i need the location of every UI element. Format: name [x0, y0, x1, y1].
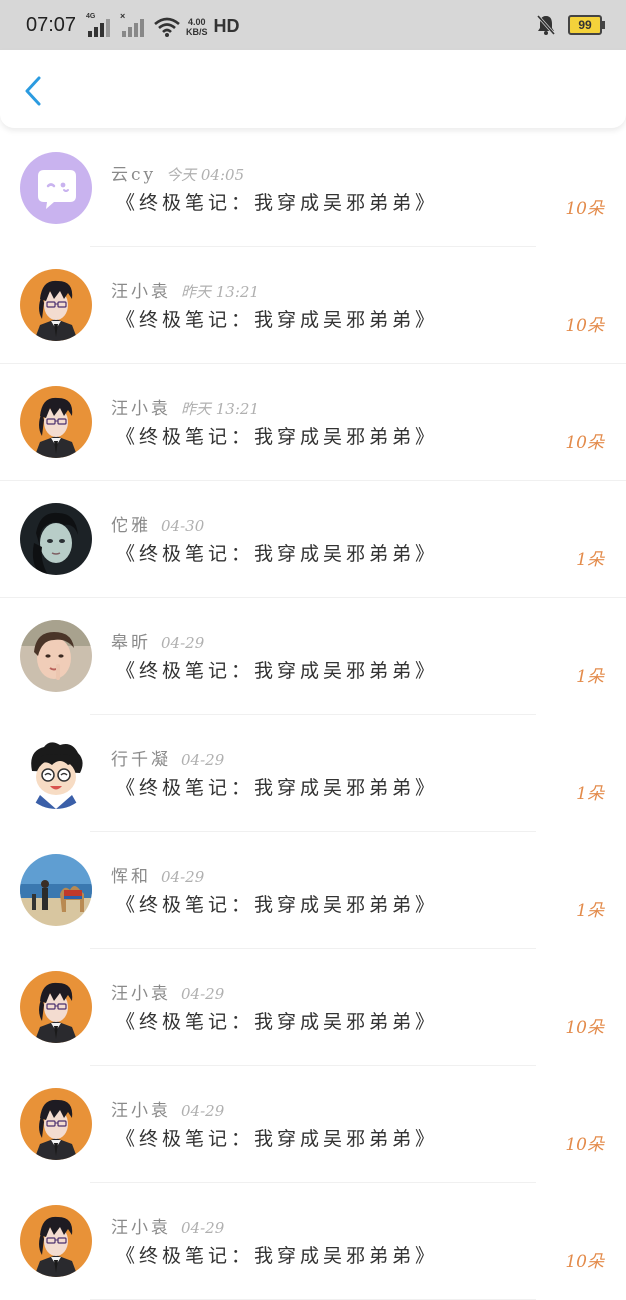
- flower-count: 10朵: [565, 1135, 604, 1155]
- status-icons-left: 4G × 4.00 KB/S HD: [86, 11, 240, 37]
- speed-value: 4.00: [187, 16, 206, 27]
- user-name: 皋昕 04-29: [111, 633, 205, 653]
- list-item[interactable]: 恽和 04-29 《终极笔记：我穿成吴邪弟弟》 1朵: [0, 832, 626, 949]
- book-title: 《终极笔记：我穿成吴邪弟弟》: [116, 660, 439, 682]
- bell-muted-icon: [536, 15, 556, 35]
- book-title: 《终极笔记：我穿成吴邪弟弟》: [116, 309, 439, 331]
- anime-man-avatar: [20, 1205, 92, 1277]
- anime-man-avatar: [20, 386, 92, 458]
- chevron-left-icon: [25, 76, 41, 106]
- timestamp: 04-30: [161, 517, 205, 535]
- anime-man-avatar: [20, 269, 92, 341]
- flower-count: 1朵: [576, 667, 604, 687]
- list-item[interactable]: 汪小袁 昨天 13:21 《终极笔记：我穿成吴邪弟弟》 10朵: [0, 247, 626, 364]
- back-button[interactable]: [18, 74, 52, 108]
- flower-count: 10朵: [565, 433, 604, 453]
- timestamp: 04-29: [181, 1102, 225, 1120]
- user-name: 云cy 今天 04:05: [111, 165, 245, 185]
- chat-bubble-avatar: [20, 152, 92, 224]
- status-time: 07:07: [26, 14, 77, 36]
- dark-portrait-avatar: [20, 503, 92, 575]
- book-title: 《终极笔记：我穿成吴邪弟弟》: [116, 1011, 439, 1033]
- speed-unit: KB/S: [186, 26, 208, 37]
- cell-signal-2-icon: ×: [120, 11, 148, 37]
- timestamp: 04-29: [161, 634, 205, 652]
- status-bar: 07:07 4G × 4.00 KB/S HD 99: [0, 0, 626, 50]
- list-item[interactable]: 行千凝 04-29 《终极笔记：我穿成吴邪弟弟》 1朵: [0, 715, 626, 832]
- user-name: 汪小袁 04-29: [111, 984, 225, 1004]
- list-item[interactable]: 汪小袁 昨天 13:21 《终极笔记：我穿成吴邪弟弟》 10朵: [0, 364, 626, 481]
- flower-count: 10朵: [565, 1018, 604, 1038]
- timestamp: 04-29: [161, 868, 205, 886]
- timestamp: 04-29: [181, 1219, 225, 1237]
- anime-man-avatar: [20, 1088, 92, 1160]
- list-item[interactable]: 佗雅 04-30 《终极笔记：我穿成吴邪弟弟》 1朵: [0, 481, 626, 598]
- book-title: 《终极笔记：我穿成吴邪弟弟》: [116, 543, 439, 565]
- user-name: 佗雅 04-30: [111, 516, 205, 536]
- list-item[interactable]: 汪小袁 04-29 《终极笔记：我穿成吴邪弟弟》 10朵: [0, 1066, 626, 1183]
- timestamp: 04-29: [181, 985, 225, 1003]
- user-name: 恽和 04-29: [111, 867, 205, 887]
- status-icons-right: 99: [536, 14, 605, 36]
- flower-count: 10朵: [565, 316, 604, 336]
- flower-count: 1朵: [576, 550, 604, 570]
- book-title: 《终极笔记：我穿成吴邪弟弟》: [116, 426, 439, 448]
- cartoon-boy-avatar: [20, 737, 92, 809]
- header: [0, 50, 626, 128]
- hd-label: HD: [213, 16, 240, 36]
- beach-camel-avatar: [20, 854, 92, 926]
- user-name: 汪小袁 04-29: [111, 1101, 225, 1121]
- girl-photo-avatar: [20, 620, 92, 692]
- timestamp: 04-29: [181, 751, 225, 769]
- network-type-label: 4G: [86, 12, 96, 20]
- battery-icon: 99: [568, 15, 605, 35]
- flower-count: 10朵: [565, 199, 604, 219]
- list-item[interactable]: 汪小袁 04-29 《终极笔记：我穿成吴邪弟弟》 10朵: [0, 1183, 626, 1300]
- list-item[interactable]: 皋昕 04-29 《终极笔记：我穿成吴邪弟弟》 1朵: [0, 598, 626, 715]
- timestamp: 昨天 13:21: [181, 400, 259, 418]
- network-speed: 4.00 KB/S: [186, 17, 208, 37]
- book-title: 《终极笔记：我穿成吴邪弟弟》: [116, 1128, 439, 1150]
- flower-count: 1朵: [576, 784, 604, 804]
- book-title: 《终极笔记：我穿成吴邪弟弟》: [116, 777, 439, 799]
- timestamp: 昨天 13:21: [181, 283, 259, 301]
- user-name: 汪小袁 04-29: [111, 1218, 225, 1238]
- wifi-icon: [154, 17, 180, 37]
- cell-signal-icon: 4G: [86, 13, 114, 37]
- timestamp: 今天 04:05: [166, 166, 245, 184]
- list-item[interactable]: 汪小袁 04-29 《终极笔记：我穿成吴邪弟弟》 10朵: [0, 949, 626, 1066]
- book-title: 《终极笔记：我穿成吴邪弟弟》: [116, 192, 439, 214]
- flower-count: 1朵: [576, 901, 604, 921]
- flower-count: 10朵: [565, 1252, 604, 1272]
- user-name: 汪小袁 昨天 13:21: [111, 399, 259, 419]
- user-name: 汪小袁 昨天 13:21: [111, 282, 259, 302]
- book-title: 《终极笔记：我穿成吴邪弟弟》: [116, 1245, 439, 1267]
- anime-man-avatar: [20, 971, 92, 1043]
- list-item[interactable]: 云cy 今天 04:05 《终极笔记：我穿成吴邪弟弟》 10朵: [0, 130, 626, 247]
- user-name: 行千凝 04-29: [111, 750, 225, 770]
- book-title: 《终极笔记：我穿成吴邪弟弟》: [116, 894, 439, 916]
